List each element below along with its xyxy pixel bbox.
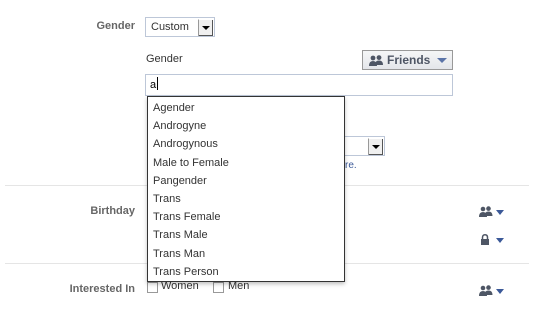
profile-basic-info: Gender Custom Gender Friends a re. Birth…	[0, 0, 534, 310]
interested-in-audience-button[interactable]	[479, 285, 507, 297]
suggestion-item[interactable]: Trans	[148, 190, 344, 208]
friends-icon	[479, 206, 493, 217]
interested-in-row-label: Interested In	[69, 283, 135, 295]
gender-suggestions-dropdown: Agender Androgyne Androgynous Male to Fe…	[147, 96, 345, 282]
chevron-down-icon	[368, 138, 383, 155]
lock-icon	[481, 234, 489, 245]
caret-down-icon	[496, 289, 504, 294]
audience-label: Friends	[387, 53, 431, 67]
text-cursor	[157, 77, 159, 90]
suggestion-item[interactable]: Pangender	[148, 172, 344, 190]
women-checkbox[interactable]	[147, 282, 158, 293]
chevron-down-icon	[198, 19, 213, 36]
suggestion-item[interactable]: Androgynous	[148, 135, 344, 153]
custom-gender-input-value: a	[150, 79, 157, 91]
friends-icon	[479, 285, 493, 296]
birthday-audience-button[interactable]	[479, 206, 507, 218]
gender-row-label: Gender	[96, 20, 135, 32]
caret-down-icon	[496, 238, 504, 243]
birth-year-audience-button[interactable]	[479, 234, 507, 246]
suggestion-item[interactable]: Agender	[148, 99, 344, 117]
caret-down-icon	[437, 58, 447, 63]
birthday-row-label: Birthday	[90, 205, 135, 217]
suggestion-item[interactable]: Trans Female	[148, 208, 344, 226]
friends-icon	[369, 55, 383, 66]
suggestion-item[interactable]: Trans Person	[148, 263, 344, 281]
suggestion-item[interactable]: Androgyne	[148, 117, 344, 135]
caret-down-icon	[496, 210, 504, 215]
suggestion-item[interactable]: Male to Female	[148, 154, 344, 172]
custom-gender-sublabel: Gender	[146, 53, 183, 65]
suggestion-item[interactable]: Trans Man	[148, 245, 344, 263]
gender-select[interactable]: Custom	[145, 17, 215, 37]
men-checkbox[interactable]	[213, 282, 224, 293]
audience-selector-button[interactable]: Friends	[362, 50, 453, 70]
suggestion-item[interactable]: Trans Male	[148, 226, 344, 244]
custom-gender-input[interactable]: a	[145, 74, 453, 96]
learn-more-link[interactable]: re.	[345, 160, 357, 171]
gender-select-value: Custom	[151, 21, 189, 33]
